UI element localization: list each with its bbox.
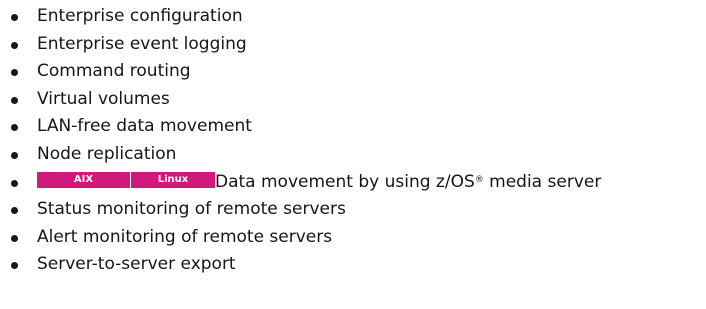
bullet-icon bbox=[11, 179, 18, 187]
aix-platform-badge: AIX bbox=[37, 171, 131, 188]
bullet-icon bbox=[11, 207, 18, 215]
platform-badges: AIX Linux bbox=[37, 171, 215, 188]
bullet-icon bbox=[11, 124, 18, 132]
list-item: Server-to-server export bbox=[11, 251, 706, 279]
list-item: Status monitoring of remote servers bbox=[11, 196, 706, 224]
bullet-icon bbox=[11, 262, 18, 270]
list-item: Alert monitoring of remote servers bbox=[11, 224, 706, 252]
feature-list: Enterprise configuration Enterprise even… bbox=[0, 0, 706, 279]
list-item-text: Status monitoring of remote servers bbox=[37, 199, 346, 220]
list-item-platform-specific: AIX Linux Data movement by using z/OS® m… bbox=[11, 169, 706, 197]
list-item: Command routing bbox=[11, 58, 706, 86]
list-item-text: Server-to-server export bbox=[37, 254, 236, 275]
list-item-text-before: Data movement by using z/OS bbox=[215, 171, 475, 192]
list-item-text: Node replication bbox=[37, 143, 177, 164]
list-item-text-after: media server bbox=[483, 171, 602, 192]
list-item-text: Virtual volumes bbox=[37, 88, 170, 109]
list-item-text: LAN-free data movement bbox=[37, 116, 252, 137]
linux-platform-badge: Linux bbox=[131, 171, 215, 188]
list-item-text: Command routing bbox=[37, 61, 191, 82]
bullet-icon bbox=[11, 41, 18, 49]
registered-mark: ® bbox=[474, 174, 484, 185]
bullet-icon bbox=[11, 234, 18, 242]
bullet-icon bbox=[11, 96, 18, 104]
list-item: Node replication bbox=[11, 141, 706, 169]
bullet-icon bbox=[11, 14, 18, 21]
list-item: Enterprise configuration bbox=[11, 3, 706, 31]
bullet-icon bbox=[11, 69, 18, 77]
list-item-text: Enterprise event logging bbox=[37, 33, 247, 54]
list-item: LAN-free data movement bbox=[11, 113, 706, 141]
list-item: Virtual volumes bbox=[11, 86, 706, 114]
bullet-icon bbox=[11, 151, 18, 159]
list-item: Enterprise event logging bbox=[11, 31, 706, 59]
list-item-text: Enterprise configuration bbox=[37, 6, 243, 26]
list-item-text: Alert monitoring of remote servers bbox=[37, 226, 333, 247]
